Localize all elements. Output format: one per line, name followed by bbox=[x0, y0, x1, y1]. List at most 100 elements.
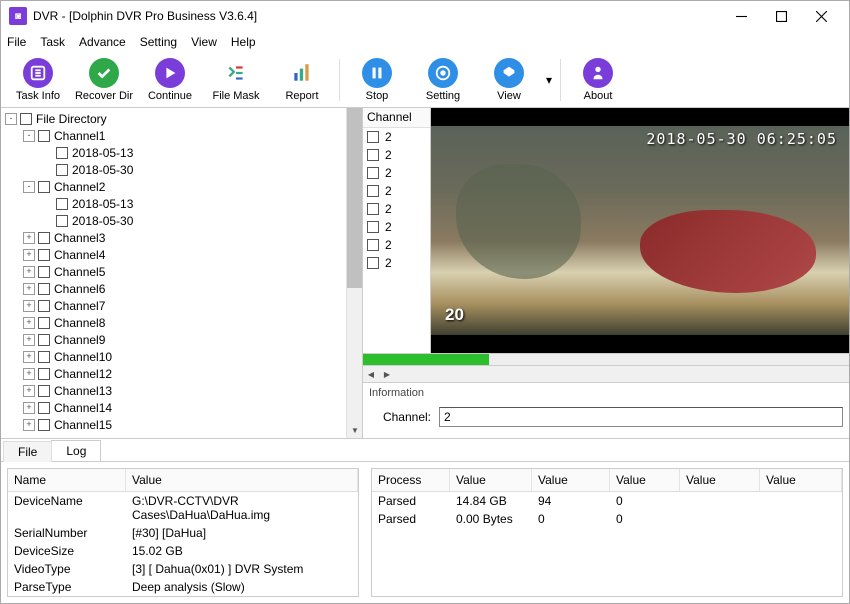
table-row[interactable]: ParseTypeDeep analysis (Slow) bbox=[8, 578, 358, 596]
tree-item[interactable]: -File Directory bbox=[1, 110, 346, 127]
channel-checkbox[interactable] bbox=[367, 167, 379, 179]
tree-checkbox[interactable] bbox=[38, 351, 50, 363]
tree-checkbox[interactable] bbox=[56, 147, 68, 159]
expand-icon[interactable]: + bbox=[23, 351, 35, 363]
channel-checkbox[interactable] bbox=[367, 149, 379, 161]
tree-item[interactable]: 2018-05-13 bbox=[1, 144, 346, 161]
channel-item[interactable]: 2 bbox=[363, 254, 430, 272]
channel-item[interactable]: 2 bbox=[363, 146, 430, 164]
collapse-icon[interactable]: - bbox=[23, 130, 35, 142]
tab-file[interactable]: File bbox=[3, 441, 52, 462]
tree-item[interactable]: -Channel1 bbox=[1, 127, 346, 144]
file-tree[interactable]: -File Directory-Channel12018-05-132018-0… bbox=[1, 108, 346, 438]
preview-hscroll[interactable]: ◀ ▶ bbox=[363, 365, 849, 382]
tree-item[interactable]: +Channel15 bbox=[1, 416, 346, 433]
expand-icon[interactable]: + bbox=[23, 419, 35, 431]
tree-checkbox[interactable] bbox=[38, 232, 50, 244]
toolbar-stop[interactable]: Stop bbox=[344, 54, 410, 106]
tree-item[interactable]: +Channel12 bbox=[1, 365, 346, 382]
tree-checkbox[interactable] bbox=[56, 198, 68, 210]
expand-icon[interactable]: + bbox=[23, 368, 35, 380]
tree-checkbox[interactable] bbox=[38, 402, 50, 414]
toolbar-setting[interactable]: Setting bbox=[410, 54, 476, 106]
menu-view[interactable]: View bbox=[191, 35, 217, 49]
tree-item[interactable]: 2018-05-30 bbox=[1, 212, 346, 229]
tree-item[interactable]: +Channel4 bbox=[1, 246, 346, 263]
tree-item[interactable]: -Channel2 bbox=[1, 178, 346, 195]
minimize-button[interactable] bbox=[721, 2, 761, 30]
tree-item[interactable]: +Channel6 bbox=[1, 280, 346, 297]
tree-item[interactable]: +Channel13 bbox=[1, 382, 346, 399]
tree-checkbox[interactable] bbox=[38, 419, 50, 431]
table-row[interactable]: VideoType[3] [ Dahua(0x01) ] DVR System bbox=[8, 560, 358, 578]
channel-item[interactable]: 2 bbox=[363, 128, 430, 146]
channel-checkbox[interactable] bbox=[367, 203, 379, 215]
tree-item[interactable]: +Channel8 bbox=[1, 314, 346, 331]
channel-item[interactable]: 2 bbox=[363, 164, 430, 182]
toolbar-report[interactable]: Report bbox=[269, 54, 335, 106]
tree-item[interactable]: +Channel7 bbox=[1, 297, 346, 314]
channel-item[interactable]: 2 bbox=[363, 236, 430, 254]
tree-checkbox[interactable] bbox=[38, 368, 50, 380]
expand-icon[interactable]: + bbox=[23, 385, 35, 397]
menu-help[interactable]: Help bbox=[231, 35, 256, 49]
table-row[interactable]: DeviceSize15.02 GB bbox=[8, 542, 358, 560]
tree-item[interactable]: 2018-05-30 bbox=[1, 161, 346, 178]
tree-checkbox[interactable] bbox=[38, 317, 50, 329]
tree-checkbox[interactable] bbox=[38, 130, 50, 142]
tree-checkbox[interactable] bbox=[20, 113, 32, 125]
tree-checkbox[interactable] bbox=[56, 215, 68, 227]
tree-checkbox[interactable] bbox=[38, 249, 50, 261]
expand-icon[interactable]: + bbox=[23, 334, 35, 346]
toolbar-recover-dir[interactable]: Recover Dir bbox=[71, 54, 137, 106]
expand-icon[interactable]: + bbox=[23, 266, 35, 278]
table-row[interactable]: SerialNumber[#30] [DaHua] bbox=[8, 524, 358, 542]
toolbar-view[interactable]: View bbox=[476, 54, 542, 106]
video-preview[interactable]: 2018-05-30 06:25:05 20 bbox=[431, 108, 849, 353]
channel-item[interactable]: 2 bbox=[363, 182, 430, 200]
scroll-thumb[interactable] bbox=[347, 108, 362, 288]
channel-item[interactable]: 2 bbox=[363, 200, 430, 218]
channel-checkbox[interactable] bbox=[367, 185, 379, 197]
tree-checkbox[interactable] bbox=[38, 266, 50, 278]
tree-checkbox[interactable] bbox=[38, 334, 50, 346]
channel-checkbox[interactable] bbox=[367, 221, 379, 233]
tree-checkbox[interactable] bbox=[56, 164, 68, 176]
toolbar-about[interactable]: About bbox=[565, 54, 631, 106]
tree-checkbox[interactable] bbox=[38, 300, 50, 312]
tree-item[interactable]: +Channel9 bbox=[1, 331, 346, 348]
collapse-icon[interactable]: - bbox=[5, 113, 17, 125]
close-button[interactable] bbox=[801, 2, 841, 30]
toolbar-task-info[interactable]: Task Info bbox=[5, 54, 71, 106]
table-row[interactable]: Parsed0.00 Bytes00 bbox=[372, 510, 842, 528]
toolbar-file-mask[interactable]: File Mask bbox=[203, 54, 269, 106]
expand-icon[interactable]: + bbox=[23, 232, 35, 244]
tree-item[interactable]: +Channel10 bbox=[1, 348, 346, 365]
collapse-icon[interactable]: - bbox=[23, 181, 35, 193]
tree-checkbox[interactable] bbox=[38, 283, 50, 295]
table-row[interactable]: DeviceNameG:\DVR-CCTV\DVR Cases\DaHua\Da… bbox=[8, 492, 358, 524]
tree-item[interactable]: +Channel3 bbox=[1, 229, 346, 246]
expand-icon[interactable]: + bbox=[23, 249, 35, 261]
channel-item[interactable]: 2 bbox=[363, 218, 430, 236]
tree-item[interactable]: +Channel14 bbox=[1, 399, 346, 416]
tree-checkbox[interactable] bbox=[38, 385, 50, 397]
menu-advance[interactable]: Advance bbox=[79, 35, 126, 49]
view-dropdown[interactable]: ▾ bbox=[542, 54, 556, 106]
menu-setting[interactable]: Setting bbox=[140, 35, 177, 49]
tree-checkbox[interactable] bbox=[38, 181, 50, 193]
scroll-down-icon[interactable]: ▼ bbox=[347, 422, 363, 438]
hscroll-right-icon[interactable]: ▶ bbox=[379, 366, 395, 382]
tree-item[interactable]: 2018-05-13 bbox=[1, 195, 346, 212]
table-row[interactable]: Parsed14.84 GB940 bbox=[372, 492, 842, 510]
tree-item[interactable]: +Channel5 bbox=[1, 263, 346, 280]
expand-icon[interactable]: + bbox=[23, 317, 35, 329]
expand-icon[interactable]: + bbox=[23, 300, 35, 312]
channel-checkbox[interactable] bbox=[367, 131, 379, 143]
maximize-button[interactable] bbox=[761, 2, 801, 30]
expand-icon[interactable]: + bbox=[23, 402, 35, 414]
expand-icon[interactable]: + bbox=[23, 283, 35, 295]
channel-input[interactable] bbox=[439, 407, 843, 427]
channel-checkbox[interactable] bbox=[367, 239, 379, 251]
toolbar-continue[interactable]: Continue bbox=[137, 54, 203, 106]
